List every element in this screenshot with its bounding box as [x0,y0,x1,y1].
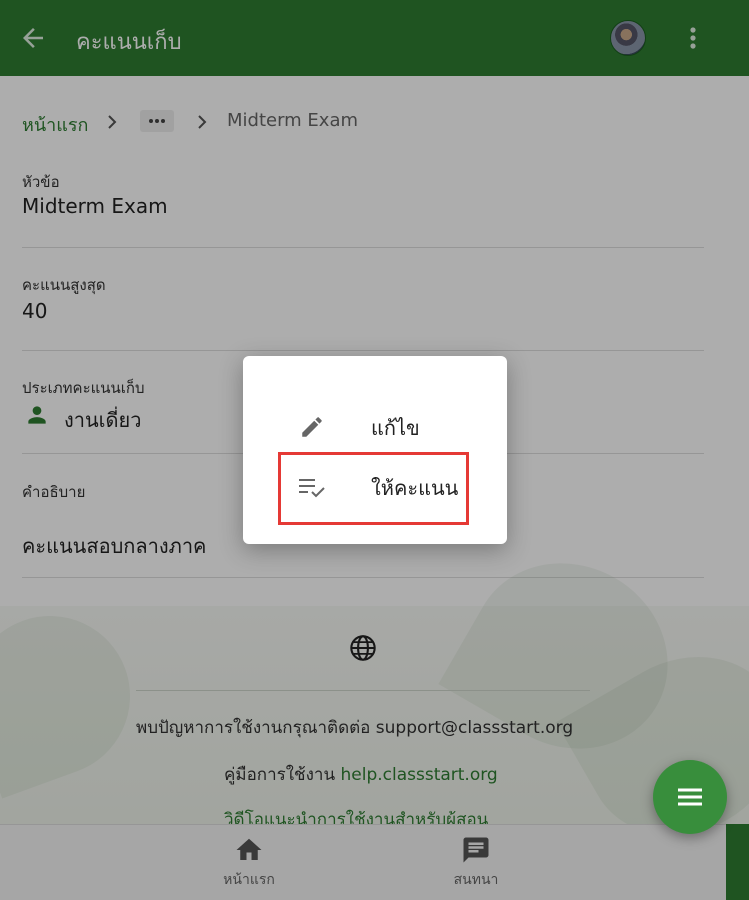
menu-icon [678,788,702,806]
highlight-box [278,452,469,525]
menu-item-edit-label: แก้ไข [371,416,420,440]
pencil-icon [302,417,322,437]
fab-menu-button[interactable] [653,760,727,834]
menu-item-edit[interactable]: แก้ไข [243,396,507,456]
